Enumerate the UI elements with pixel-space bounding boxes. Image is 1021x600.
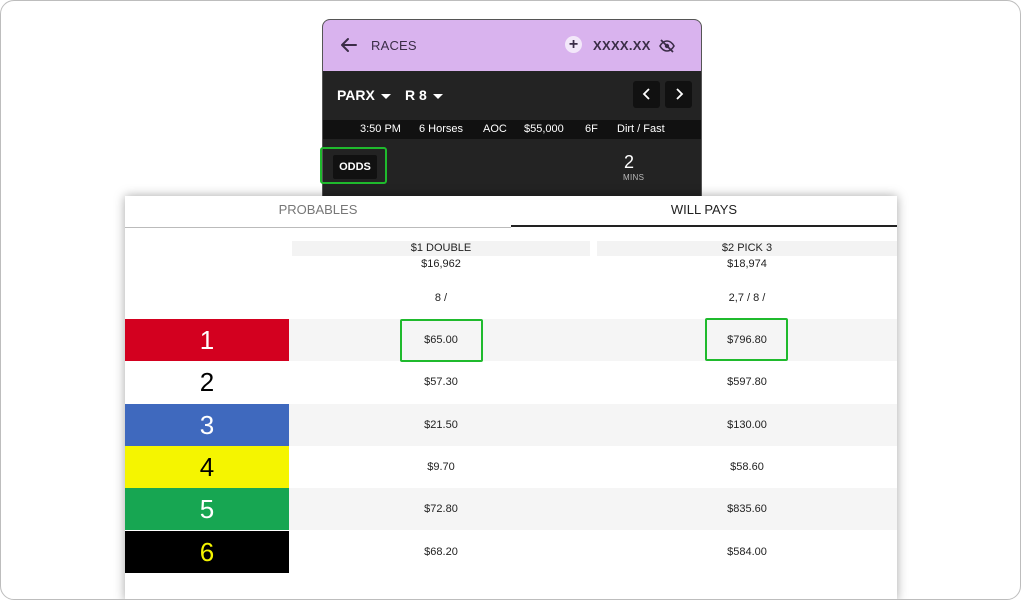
screenshot-frame: RACES + XXXX.XX PARX R 8 3:50 PM 6 Horse… (0, 0, 1021, 600)
add-funds-icon[interactable]: + (565, 36, 582, 53)
top-bar: RACES + XXXX.XX (323, 20, 701, 71)
double-payout: $68.20 (424, 545, 458, 558)
track-dropdown[interactable]: PARX (337, 87, 391, 103)
horse-number: 2 (125, 361, 289, 404)
surface: Dirt / Fast (617, 123, 665, 135)
caret-down-icon (432, 93, 443, 99)
previous-race-button[interactable] (633, 81, 660, 108)
tab-will-pays[interactable]: WILL PAYS (511, 196, 897, 227)
chevron-left-icon (642, 88, 650, 100)
pick3-payout-highlight (705, 318, 788, 361)
horse-number: 6 (125, 530, 289, 573)
field-size: 6 Horses (419, 123, 464, 135)
pick3-payout: $597.80 (727, 376, 767, 389)
pick3-payout: $130.00 (727, 418, 767, 431)
double-pool-total: $16,962 (421, 258, 461, 270)
table-row: 2 $57.30 $597.80 (125, 361, 897, 404)
track-label: PARX (337, 87, 375, 103)
caret-down-icon (380, 93, 391, 99)
chevron-right-icon (675, 88, 683, 100)
horse-number: 1 (125, 319, 289, 361)
table-row: 3 $21.50 $130.00 (125, 403, 897, 446)
pick3-column-header: $2 PICK 3 (597, 241, 897, 256)
double-column-header: $1 DOUBLE (292, 241, 590, 256)
next-race-button[interactable] (665, 81, 692, 108)
horse-number: 4 (125, 445, 289, 488)
purse: $55,000 (524, 123, 564, 135)
eye-off-icon[interactable] (659, 38, 675, 54)
double-payout: $21.50 (424, 418, 458, 431)
race-label: R 8 (405, 87, 427, 103)
table-row: 5 $72.80 $835.60 (125, 488, 897, 531)
race-dropdown[interactable]: R 8 (405, 87, 443, 103)
odds-panel: PROBABLES WILL PAYS $1 DOUBLE $2 PICK 3 … (125, 196, 897, 599)
double-payout: $72.80 (424, 503, 458, 516)
distance: 6F (585, 123, 598, 135)
table-row: 6 $68.20 $584.00 (125, 530, 897, 573)
pick3-payout: $584.00 (727, 545, 767, 558)
double-payout: $9.70 (427, 460, 455, 473)
pick3-pool-total: $18,974 (727, 258, 767, 270)
races-link[interactable]: RACES (371, 38, 417, 53)
account-balance: XXXX.XX (593, 38, 651, 53)
post-time: 3:50 PM (360, 123, 401, 135)
pick3-payout: $58.60 (730, 460, 764, 473)
race-type: AOC (483, 123, 507, 135)
pick3-payout: $835.60 (727, 503, 767, 516)
back-arrow-icon[interactable] (339, 35, 359, 55)
race-selector-row: PARX R 8 (323, 71, 701, 121)
race-info-bar: 3:50 PM 6 Horses AOC $55,000 6F Dirt / F… (323, 120, 701, 139)
double-payout-highlight (400, 319, 483, 362)
pick3-selection: 2,7 / 8 / (728, 292, 766, 304)
table-row: 4 $9.70 $58.60 (125, 445, 897, 488)
horse-number: 5 (125, 488, 289, 531)
double-selection: 8 / (434, 292, 448, 304)
horse-number: 3 (125, 403, 289, 446)
minutes-to-post: 2 (624, 152, 635, 172)
odds-highlight-box (320, 147, 387, 184)
minutes-label: MINS (623, 173, 645, 182)
tab-probables[interactable]: PROBABLES (125, 196, 511, 228)
double-payout: $57.30 (424, 376, 458, 389)
